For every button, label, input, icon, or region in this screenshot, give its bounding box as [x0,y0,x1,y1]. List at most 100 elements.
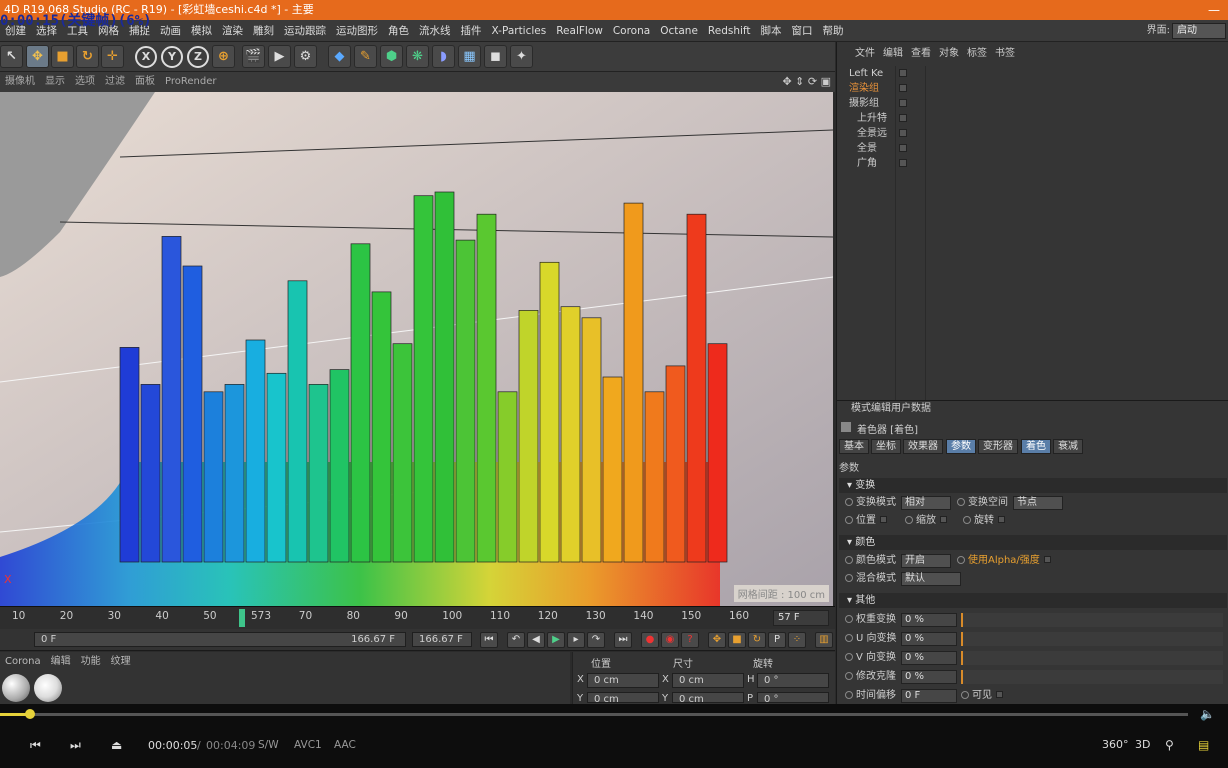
attribute-menu-item[interactable]: 模式 [851,403,871,414]
radio-icon[interactable] [845,498,853,506]
radio-icon[interactable] [845,516,853,524]
radio-icon[interactable] [963,516,971,524]
radio-icon[interactable] [845,615,853,623]
next-frame-button[interactable]: ▸ [567,632,585,648]
move-tool-button[interactable]: ✥ [26,45,49,68]
floor-object-icon[interactable]: ▦ [458,45,481,68]
menu-item[interactable]: 脚本 [756,20,787,42]
color-mode-dropdown[interactable]: 开启 [901,554,951,568]
menu-item[interactable]: 帮助 [818,20,849,42]
key-scale-button[interactable]: ■ [728,632,746,648]
menu-item[interactable]: 窗口 [787,20,818,42]
key-help-button[interactable]: ? [681,632,699,648]
preview-range-slider[interactable]: 0 F 166.67 F [34,632,406,647]
attribute-menu-item[interactable]: 用户数据 [891,403,931,414]
pos-y-field[interactable]: 0 cm [587,692,659,705]
prev-key-button[interactable]: ↶ [507,632,525,648]
vr360-icon[interactable]: 360° [1102,738,1129,751]
object-manager-menu-item[interactable]: 编辑 [879,42,907,66]
timeline-playhead[interactable] [239,609,245,627]
auto-key-button[interactable]: ◉ [661,632,679,648]
radio-icon[interactable] [957,498,965,506]
attribute-tab[interactable]: 着色 [1021,439,1051,454]
object-manager-menu-item[interactable]: 文件 [851,42,879,66]
material-preview-2[interactable] [34,674,62,702]
light-bulb-icon[interactable]: ✦ [510,45,533,68]
key-param-button[interactable]: P [768,632,786,648]
radio-icon[interactable] [845,574,853,582]
menu-item[interactable]: 插件 [456,20,487,42]
rotation-checkbox[interactable] [998,516,1005,523]
material-menu-item[interactable]: 纹理 [106,652,136,672]
weight-field[interactable]: 0 % [901,613,957,627]
u-transform-field[interactable]: 0 % [901,632,957,646]
menu-item[interactable]: Corona [608,20,655,42]
select-tool-button[interactable]: ↖ [0,45,23,68]
x-axis-lock-button[interactable]: X [135,46,157,68]
radio-icon[interactable] [845,672,853,680]
goto-start-button[interactable]: ⏮ [480,632,498,648]
visibility-checkbox[interactable] [899,99,907,107]
render-picture-viewer-button[interactable]: ▶ [268,45,291,68]
key-rotation-button[interactable]: ↻ [748,632,766,648]
attribute-tab[interactable]: 基本 [839,439,869,454]
current-frame-field[interactable]: 57 F [773,610,829,626]
menu-item[interactable]: 运动图形 [331,20,383,42]
goto-end-button[interactable]: ⏭ [614,632,632,648]
use-alpha-checkbox[interactable] [1043,556,1051,563]
camera-icon[interactable]: ◼ [484,45,507,68]
radio-icon[interactable] [845,691,853,699]
attribute-tab[interactable]: 效果器 [903,439,943,454]
viewport-menu-item[interactable]: 面板 [130,72,160,92]
viewport-menu-item[interactable]: 过滤 [100,72,130,92]
render-settings-button[interactable]: ⚙ [294,45,317,68]
transform-mode-dropdown[interactable]: 相对 [901,496,951,510]
spline-pen-icon[interactable]: ✎ [354,45,377,68]
attribute-menu-item[interactable]: 编辑 [871,403,891,414]
v-transform-field[interactable]: 0 % [901,651,957,665]
modify-clone-field[interactable]: 0 % [901,670,957,684]
zoom-list-icon[interactable]: ⚲ [1165,738,1174,752]
visible-checkbox[interactable] [996,691,1003,698]
radio-icon[interactable] [845,556,853,564]
play-button[interactable]: ▶ [547,632,565,648]
menu-item[interactable]: RealFlow [551,20,608,42]
key-pla-button[interactable]: ⁘ [788,632,806,648]
max-frame-field[interactable]: 166.67 F [412,632,472,647]
3d-viewport[interactable]: 网格间距 : 100 cm X [0,92,833,606]
layout-dropdown[interactable]: 启动 [1172,23,1226,39]
object-manager-menu-item[interactable]: 书签 [991,42,1019,66]
section-color[interactable]: ▾ 颜色 [839,535,1227,550]
attribute-tab[interactable]: 衰减 [1053,439,1083,454]
video-progress-track[interactable] [0,709,1188,719]
u-transform-slider[interactable] [961,632,1223,646]
attribute-tab[interactable]: 坐标 [871,439,901,454]
key-position-button[interactable]: ✥ [708,632,726,648]
pos-x-field[interactable]: 0 cm [587,673,659,688]
y-axis-lock-button[interactable]: Y [161,46,183,68]
menu-item[interactable]: 渲染 [217,20,248,42]
radio-icon[interactable] [961,691,969,699]
radio-icon[interactable] [845,634,853,642]
visibility-checkbox[interactable] [899,129,907,137]
v-transform-slider[interactable] [961,651,1223,665]
material-menu-item[interactable]: Corona [0,652,46,672]
menu-item[interactable]: 流水线 [414,20,456,42]
visibility-checkbox[interactable] [899,84,907,92]
viewport-menu-item[interactable]: 摄像机 [0,72,40,92]
previous-icon[interactable]: ⏮ [30,738,41,753]
transform-space-dropdown[interactable]: 节点 [1013,496,1063,510]
radio-icon[interactable] [957,556,965,564]
mograph-cloner-icon[interactable]: ❋ [406,45,429,68]
scale-checkbox[interactable] [940,516,947,523]
attribute-tab[interactable]: 参数 [946,439,976,454]
rotate-tool-button[interactable]: ↻ [76,45,99,68]
minimize-button[interactable]: — [1208,0,1220,20]
menu-item[interactable]: 角色 [383,20,414,42]
timeline-ruler[interactable]: 10 20 30 40 50 573 70 80 90 100 110 120 130 140 150 160… [0,606,835,629]
object-manager-menu-item[interactable]: 标签 [963,42,991,66]
size-x-field[interactable]: 0 cm [672,673,744,688]
material-menu-item[interactable]: 功能 [76,652,106,672]
coordinate-system-button[interactable]: ⊕ [212,45,235,68]
menu-item[interactable]: 动画 [155,20,186,42]
